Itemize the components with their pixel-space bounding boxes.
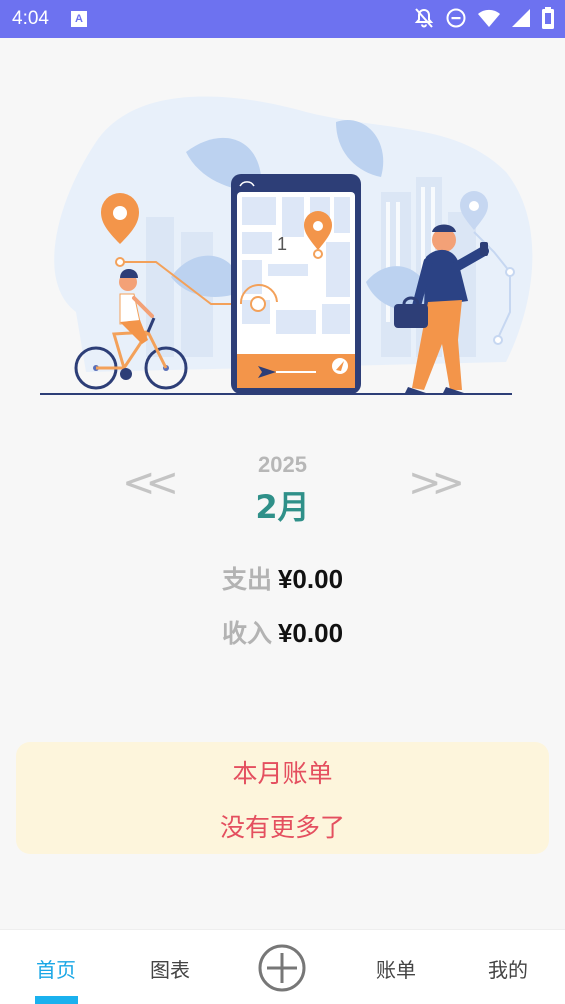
expense-summary: 支出 ¥0.00	[0, 560, 565, 596]
signal-icon	[511, 8, 531, 28]
month-navigator: << 2025 2月 >>	[0, 448, 565, 528]
income-value: ¥0.00	[277, 618, 344, 648]
wifi-icon	[477, 8, 501, 28]
bill-card-title: 本月账单	[232, 759, 333, 788]
bottom-tab-bar: 首页 图表 账单 我的	[0, 929, 565, 1004]
expense-value: ¥0.00	[277, 564, 344, 594]
hero-illustration: 1	[36, 82, 536, 402]
notification-icon: A	[70, 11, 87, 27]
add-record-button[interactable]	[258, 944, 306, 992]
bill-empty-text: 没有更多了	[219, 813, 345, 842]
battery-icon	[541, 7, 555, 29]
tab-home[interactable]: 首页	[16, 954, 96, 983]
income-summary: 收入 ¥0.00	[0, 614, 565, 650]
monthly-bill-card[interactable]: 本月账单 没有更多了	[16, 742, 549, 854]
tab-chart[interactable]: 图表	[130, 954, 210, 983]
expense-label: 支出	[221, 565, 272, 594]
tab-mine[interactable]: 我的	[468, 954, 548, 983]
bell-off-icon	[413, 7, 435, 29]
income-label: 收入	[221, 619, 272, 648]
status-time: 4:04	[12, 8, 49, 29]
year-label: 2025	[258, 452, 307, 477]
plus-circle-icon	[258, 944, 306, 992]
status-bar: 4:04 A	[0, 0, 565, 38]
do-not-disturb-icon	[445, 7, 467, 29]
active-tab-indicator	[35, 996, 78, 1004]
month-label: 2月	[255, 488, 310, 526]
map-marker-text: 1	[277, 234, 287, 254]
status-icons	[413, 7, 555, 29]
tab-bills[interactable]: 账单	[356, 954, 436, 983]
next-month-button[interactable]: >>	[408, 460, 465, 506]
